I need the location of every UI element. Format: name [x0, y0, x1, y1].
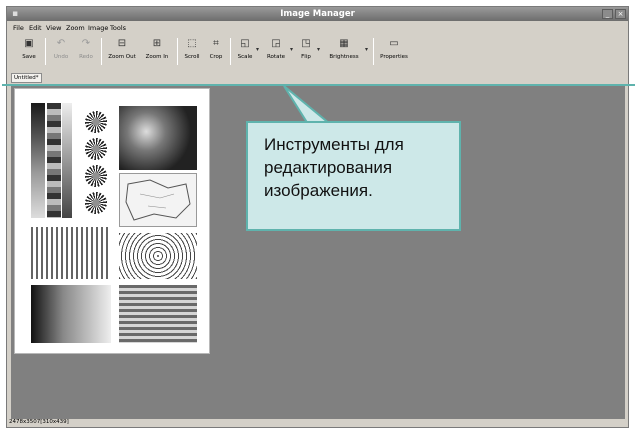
callout-line-1: Инструменты для — [264, 135, 404, 154]
callout-box: Инструменты для редактирования изображен… — [246, 121, 461, 231]
callout-line-2: редактирования — [264, 158, 393, 177]
callout-line-3: изображения. — [264, 181, 373, 200]
